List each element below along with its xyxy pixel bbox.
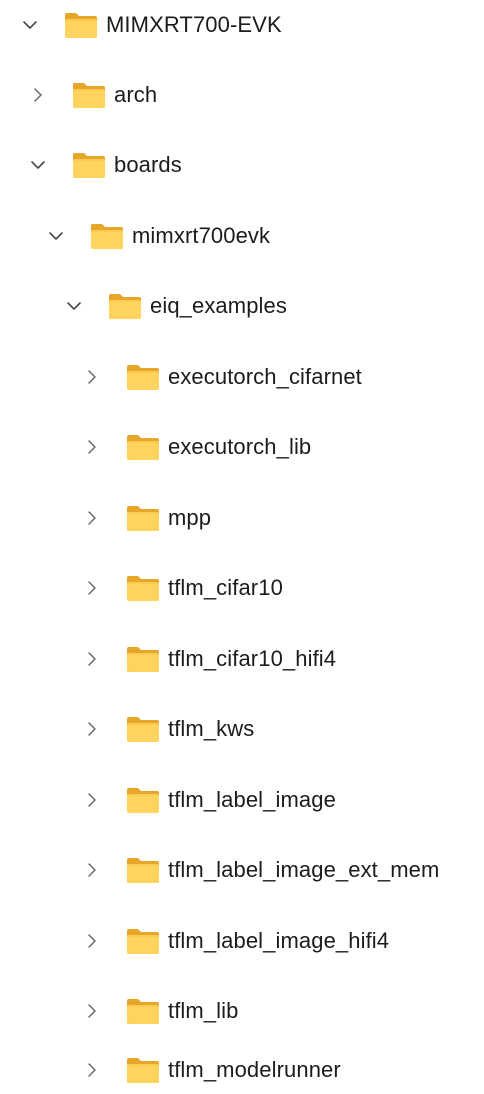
chevron-right-icon[interactable]: [84, 651, 100, 667]
tree-node-label: boards: [114, 152, 182, 177]
chevron-right-icon[interactable]: [84, 1003, 100, 1019]
folder-icon: [126, 927, 160, 955]
folder-tree: MIMXRT700-EVK arch boards mimxrt700evk e…: [0, 0, 484, 1094]
tree-node-tflm-label-image[interactable]: tflm_label_image: [84, 777, 336, 823]
chevron-right-icon[interactable]: [84, 580, 100, 596]
chevron-right-icon[interactable]: [84, 1062, 100, 1078]
chevron-right-icon[interactable]: [84, 439, 100, 455]
tree-node-executorch-cifarnet[interactable]: executorch_cifarnet: [84, 354, 362, 400]
folder-icon: [126, 997, 160, 1025]
folder-icon: [126, 574, 160, 602]
tree-node-label: executorch_lib: [168, 434, 312, 459]
tree-node-executorch-lib[interactable]: executorch_lib: [84, 424, 311, 470]
chevron-right-icon[interactable]: [84, 862, 100, 878]
tree-node-label: tflm_label_image: [168, 787, 336, 812]
chevron-right-icon[interactable]: [84, 510, 100, 526]
tree-node-tflm-label-image-hifi4[interactable]: tflm_label_image_hifi4: [84, 918, 389, 964]
chevron-right-icon[interactable]: [84, 933, 100, 949]
folder-icon: [126, 1056, 160, 1084]
tree-node-label: tflm_cifar10: [168, 575, 283, 600]
folder-icon: [126, 504, 160, 532]
tree-node-label: mpp: [168, 505, 212, 530]
folder-icon: [126, 433, 160, 461]
tree-node-root[interactable]: MIMXRT700-EVK: [22, 2, 282, 48]
chevron-right-icon[interactable]: [84, 369, 100, 385]
tree-node-tflm-modelrunner[interactable]: tflm_modelrunner: [84, 1047, 341, 1093]
tree-node-label: tflm_modelrunner: [168, 1057, 341, 1082]
chevron-down-icon[interactable]: [48, 228, 64, 244]
tree-node-tflm-cifar10-hifi4[interactable]: tflm_cifar10_hifi4: [84, 636, 336, 682]
tree-node-eiq-examples[interactable]: eiq_examples: [66, 283, 287, 329]
tree-node-mpp[interactable]: mpp: [84, 495, 211, 541]
tree-node-tflm-lib[interactable]: tflm_lib: [84, 988, 239, 1034]
tree-node-label: eiq_examples: [150, 293, 287, 318]
tree-node-tflm-kws[interactable]: tflm_kws: [84, 706, 254, 752]
folder-icon: [72, 81, 106, 109]
chevron-down-icon[interactable]: [22, 17, 38, 33]
chevron-down-icon[interactable]: [66, 298, 82, 314]
chevron-right-icon[interactable]: [30, 87, 46, 103]
tree-node-boards[interactable]: boards: [30, 142, 182, 188]
tree-node-label: tflm_label_image_ext_mem: [168, 857, 440, 882]
tree-node-label: mimxrt700evk: [132, 223, 271, 248]
folder-icon: [126, 363, 160, 391]
folder-icon: [64, 11, 98, 39]
folder-icon: [126, 786, 160, 814]
tree-node-label: tflm_label_image_hifi4: [168, 928, 390, 953]
tree-node-arch[interactable]: arch: [30, 72, 157, 118]
tree-node-label: MIMXRT700-EVK: [106, 12, 282, 37]
tree-node-mimxrt700evk[interactable]: mimxrt700evk: [48, 213, 270, 259]
folder-icon: [126, 645, 160, 673]
chevron-right-icon[interactable]: [84, 721, 100, 737]
tree-node-label: executorch_cifarnet: [168, 364, 362, 389]
folder-icon: [126, 715, 160, 743]
folder-icon: [72, 151, 106, 179]
tree-node-label: arch: [114, 82, 158, 107]
folder-icon: [108, 292, 142, 320]
chevron-down-icon[interactable]: [30, 157, 46, 173]
chevron-right-icon[interactable]: [84, 792, 100, 808]
tree-node-label: tflm_kws: [168, 716, 255, 741]
tree-node-tflm-cifar10[interactable]: tflm_cifar10: [84, 565, 283, 611]
tree-node-label: tflm_cifar10_hifi4: [168, 646, 337, 671]
folder-icon: [126, 856, 160, 884]
folder-icon: [90, 222, 124, 250]
tree-node-tflm-label-image-ext-mem[interactable]: tflm_label_image_ext_mem: [84, 847, 439, 893]
tree-node-label: tflm_lib: [168, 998, 239, 1023]
